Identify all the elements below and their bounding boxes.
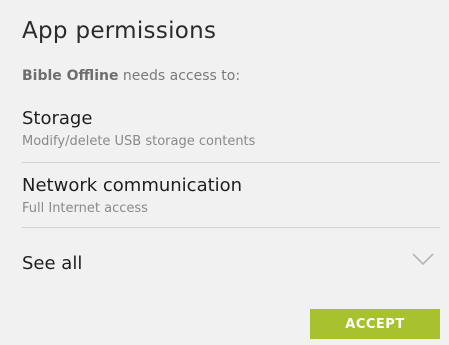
app-permissions-dialog: App permissions Bible Offline needs acce… [0,0,449,345]
permission-item-network: Network communication Full Internet acce… [22,175,440,218]
divider [22,227,440,228]
permissions-subtitle: Bible Offline needs access to: [22,68,240,84]
permission-item-storage: Storage Modify/delete USB storage conten… [22,108,440,151]
permission-description: Full Internet access [22,201,148,216]
dialog-title: App permissions [22,18,217,44]
chevron-down-icon [412,253,434,266]
permission-title: Network communication [22,175,243,196]
see-all-row[interactable]: See all [22,238,440,288]
permission-description: Modify/delete USB storage contents [22,134,256,149]
see-all-label: See all [22,253,83,274]
subtitle-suffix: needs access to: [118,68,241,84]
divider [22,162,440,163]
app-name: Bible Offline [22,68,119,84]
accept-button[interactable]: ACCEPT [310,309,440,339]
permission-title: Storage [22,108,93,129]
